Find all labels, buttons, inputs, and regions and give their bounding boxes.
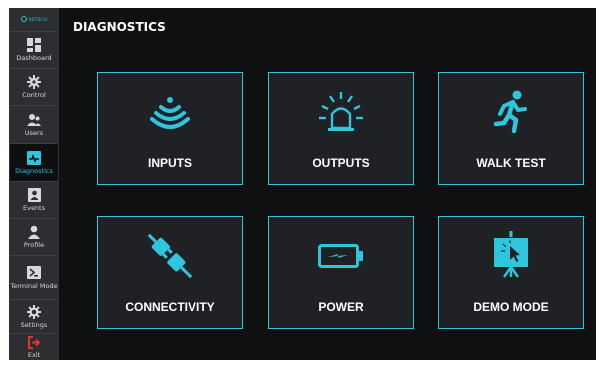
sidebar-item-control[interactable]: Control bbox=[10, 68, 58, 105]
sidebar-item-terminal-mode[interactable]: Terminal Mode bbox=[10, 255, 58, 299]
sidebar-item-label: Users bbox=[24, 128, 44, 137]
tile-inputs[interactable]: INPUTS bbox=[97, 72, 243, 185]
tile-label: CONNECTIVITY bbox=[125, 300, 215, 314]
sidebar-item-label: Settings bbox=[20, 320, 48, 329]
sidebar-item-diagnostics[interactable]: Diagnostics bbox=[10, 143, 58, 181]
tile-demo-mode[interactable]: DEMO MODE bbox=[438, 216, 584, 329]
running-person-icon bbox=[439, 73, 583, 151]
brand-logo: ARITECH bbox=[9, 8, 59, 30]
tile-label: WALK TEST bbox=[476, 156, 546, 170]
sidebar-item-label: Exit bbox=[27, 351, 41, 359]
alarm-beacon-icon bbox=[269, 73, 413, 151]
sidebar-item-exit[interactable]: Exit bbox=[10, 333, 58, 360]
battery-charging-icon bbox=[269, 217, 413, 295]
tile-connectivity[interactable]: CONNECTIVITY bbox=[97, 216, 243, 329]
signal-waves-icon bbox=[98, 73, 242, 151]
presentation-screen-icon bbox=[439, 217, 583, 295]
profile-icon bbox=[26, 225, 42, 239]
tile-label: POWER bbox=[318, 300, 364, 314]
diagnostics-icon bbox=[26, 150, 42, 165]
brand-name: ARITECH bbox=[28, 16, 48, 22]
sidebar: ARITECH Dashboard Control Users Diagnost bbox=[9, 8, 59, 360]
sidebar-item-label: Terminal Mode bbox=[10, 281, 58, 290]
sidebar-item-label: Diagnostics bbox=[15, 166, 53, 175]
terminal-icon bbox=[26, 266, 42, 280]
events-icon bbox=[26, 188, 42, 202]
sidebar-item-label: Events bbox=[22, 204, 45, 212]
tile-power[interactable]: POWER bbox=[268, 216, 414, 329]
sidebar-item-label: Dashboard bbox=[16, 54, 52, 62]
sidebar-item-events[interactable]: Events bbox=[10, 181, 58, 218]
tile-label: DEMO MODE bbox=[473, 300, 549, 314]
app-screen: ARITECH Dashboard Control Users Diagnost bbox=[9, 8, 596, 360]
sidebar-item-dashboard[interactable]: Dashboard bbox=[10, 31, 58, 68]
settings-icon bbox=[26, 304, 42, 319]
brand-mark-icon bbox=[20, 16, 27, 22]
exit-icon bbox=[26, 335, 42, 349]
tile-label: INPUTS bbox=[147, 156, 192, 170]
dashboard-icon bbox=[26, 38, 42, 52]
sidebar-item-label: Control bbox=[22, 91, 46, 99]
gear-control-icon bbox=[26, 75, 42, 89]
sidebar-item-settings[interactable]: Settings bbox=[10, 299, 58, 333]
sidebar-item-label: Profile bbox=[23, 241, 45, 249]
tile-outputs[interactable]: OUTPUTS bbox=[268, 72, 414, 185]
users-icon bbox=[26, 113, 42, 127]
tile-walk-test[interactable]: WALK TEST bbox=[438, 72, 584, 185]
tile-label: OUTPUTS bbox=[312, 156, 370, 170]
plug-connection-icon bbox=[98, 217, 242, 295]
sidebar-item-profile[interactable]: Profile bbox=[10, 218, 58, 255]
sidebar-item-users[interactable]: Users bbox=[10, 105, 58, 143]
page-title: DIAGNOSTICS bbox=[73, 20, 166, 34]
